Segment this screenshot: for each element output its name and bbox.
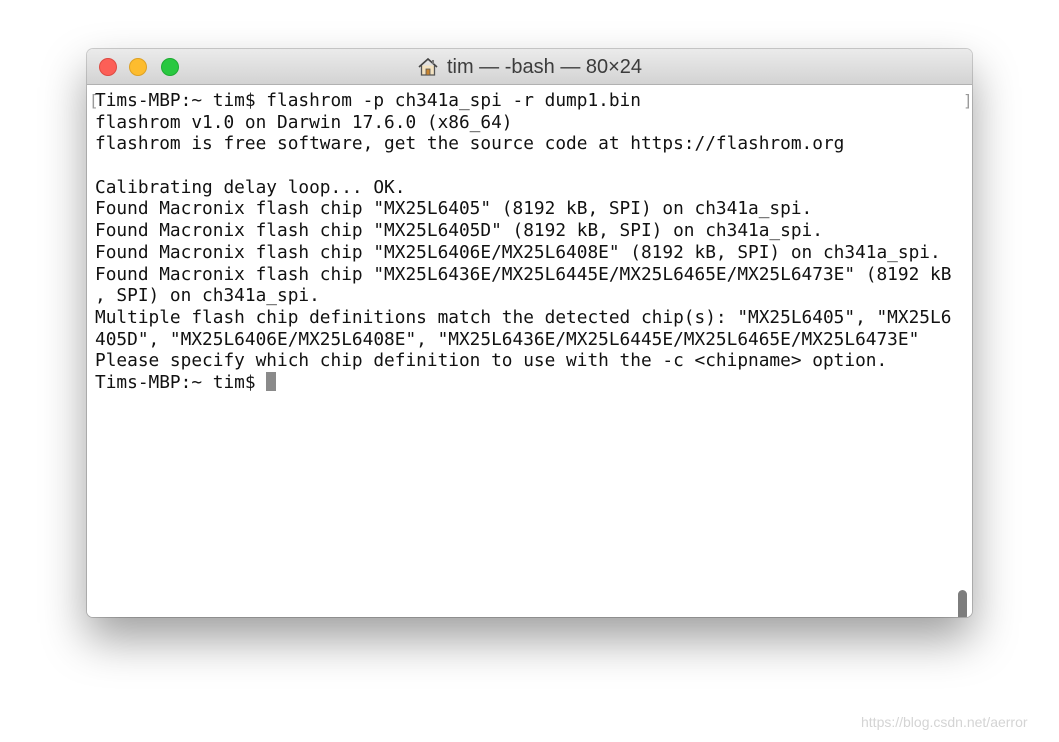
watermark: https://blog.csdn.net/aerror bbox=[861, 714, 1028, 730]
text-cursor bbox=[266, 371, 277, 391]
terminal-line: Found Macronix flash chip "MX25L6406E/MX… bbox=[95, 241, 941, 263]
terminal-line: Found Macronix flash chip "MX25L6436E/MX… bbox=[95, 263, 952, 285]
terminal-content[interactable]: [ ] Tims-MBP:~ tim$ flashrom -p ch341a_s… bbox=[87, 85, 972, 617]
terminal-line: Calibrating delay loop... OK. bbox=[95, 176, 406, 198]
window-title: tim — -bash — 80×24 bbox=[446, 55, 643, 78]
mark-right: ] bbox=[963, 91, 972, 110]
terminal-line: flashrom v1.0 on Darwin 17.6.0 (x86_64) bbox=[95, 111, 513, 133]
shell-prompt: Tims-MBP:~ tim$ bbox=[95, 371, 267, 393]
terminal-line: Found Macronix flash chip "MX25L6405D" (… bbox=[95, 220, 823, 242]
terminal-line: Please specify which chip definition to … bbox=[95, 350, 888, 372]
title-bar[interactable]: tim — -bash — 80×24 bbox=[87, 49, 972, 85]
terminal-line: flashrom is free software, get the sourc… bbox=[95, 133, 845, 155]
vertical-scrollbar[interactable] bbox=[958, 590, 967, 617]
prompt-line: Tims-MBP:~ tim$ bbox=[95, 371, 951, 394]
terminal-window: tim — -bash — 80×24 [ ] Tims-MBP:~ tim$ … bbox=[87, 49, 972, 617]
home-icon bbox=[417, 57, 439, 77]
terminal-line: Found Macronix flash chip "MX25L6405" (8… bbox=[95, 198, 813, 220]
terminal-line: Multiple flash chip definitions match th… bbox=[95, 306, 952, 328]
terminal-line: , SPI) on ch341a_spi. bbox=[95, 285, 320, 307]
window-title-area: tim — -bash — 80×24 bbox=[87, 49, 972, 85]
terminal-output[interactable]: Tims-MBP:~ tim$ flashrom -p ch341a_spi -… bbox=[95, 90, 951, 394]
terminal-line: Tims-MBP:~ tim$ flashrom -p ch341a_spi -… bbox=[95, 90, 641, 111]
terminal-line: 405D", "MX25L6406E/MX25L6408E", "MX25L64… bbox=[95, 328, 920, 350]
